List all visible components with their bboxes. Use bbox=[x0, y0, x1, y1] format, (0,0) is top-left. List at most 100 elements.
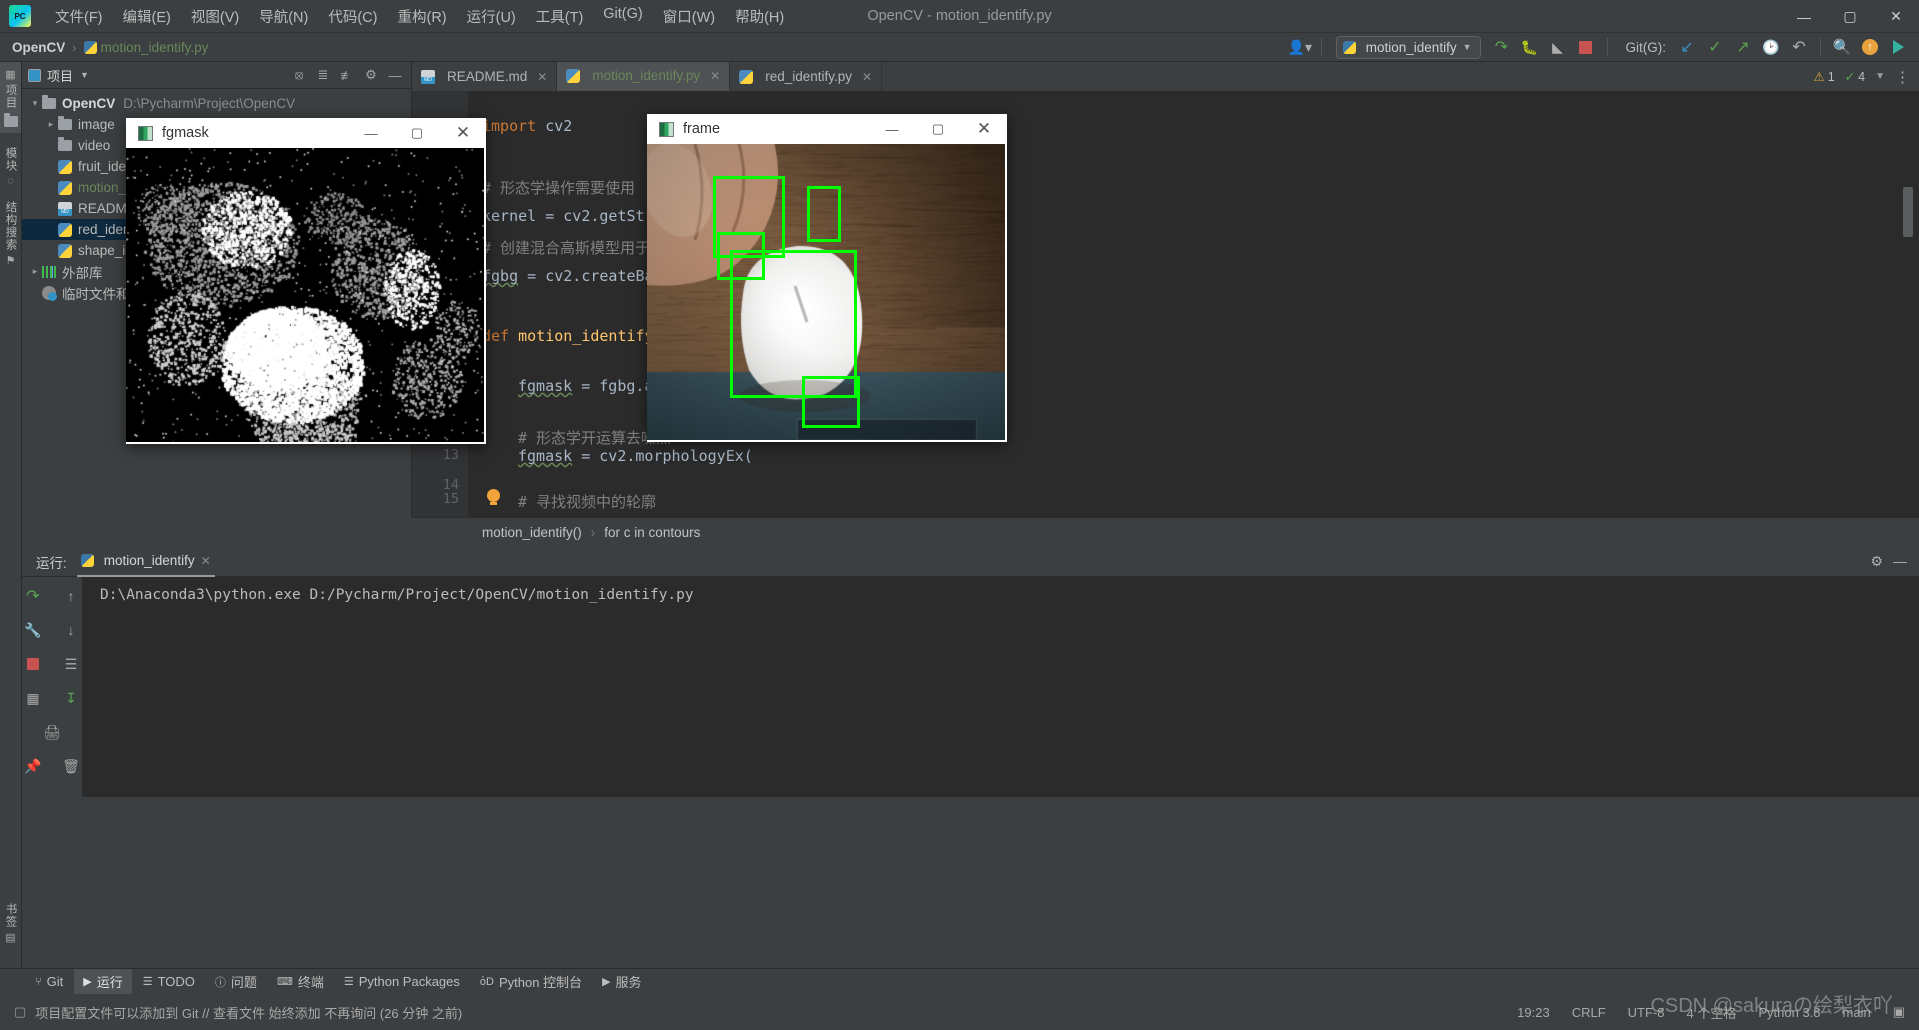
fgmask-maximize-button[interactable]: ▢ bbox=[394, 118, 440, 148]
close-icon[interactable]: ✕ bbox=[862, 70, 872, 84]
expand-all-icon[interactable]: ≣ bbox=[313, 65, 333, 85]
close-button[interactable]: ✕ bbox=[1873, 0, 1919, 33]
print-icon[interactable]: 🖨 bbox=[40, 721, 64, 743]
chevron-down-icon[interactable]: ▼ bbox=[80, 70, 89, 80]
update-project-icon[interactable]: ↙ bbox=[1674, 36, 1700, 58]
intention-bulb-icon[interactable] bbox=[487, 489, 500, 502]
more-options-icon[interactable]: ⋮ bbox=[1895, 68, 1911, 86]
status-encoding[interactable]: UTF-8 bbox=[1628, 1005, 1665, 1020]
play-icon[interactable] bbox=[1885, 36, 1911, 58]
menu-bar[interactable]: 文件(F)编辑(E)视图(V)导航(N)代码(C)重构(R)运行(U)工具(T)… bbox=[45, 2, 794, 31]
close-icon[interactable]: ✕ bbox=[537, 70, 547, 84]
menu-item-5[interactable]: 重构(R) bbox=[387, 2, 456, 31]
editor-tab-readme-md[interactable]: README.md✕ bbox=[412, 62, 557, 91]
menu-item-2[interactable]: 视图(V) bbox=[181, 2, 249, 31]
menu-item-7[interactable]: 工具(T) bbox=[526, 2, 594, 31]
tree-item-opencv[interactable]: ▾OpenCVD:\Pycharm\Project\OpenCV bbox=[22, 93, 411, 114]
down-icon[interactable]: ↓ bbox=[59, 619, 83, 641]
tool-window-button-python----[interactable]: ὀDPython 控制台 bbox=[471, 969, 591, 994]
chevron-down-icon[interactable]: ▾ bbox=[28, 98, 42, 109]
frame-maximize-button[interactable]: ▢ bbox=[915, 114, 961, 144]
minimize-button[interactable]: — bbox=[1781, 0, 1827, 33]
hide-icon[interactable]: — bbox=[1893, 553, 1907, 570]
breadcrumb-scope[interactable]: for c in contours bbox=[604, 525, 700, 540]
history-icon[interactable]: 🕑 bbox=[1758, 36, 1784, 58]
chevron-down-icon[interactable]: ▼ bbox=[1875, 71, 1885, 82]
frame-minimize-button[interactable]: — bbox=[869, 114, 915, 144]
status-lock-icon[interactable]: ▣ bbox=[1893, 1004, 1905, 1020]
status-indent[interactable]: 4 个空格 bbox=[1687, 1003, 1737, 1022]
editor-scrollbar[interactable] bbox=[1903, 187, 1913, 237]
window-controls[interactable]: — ▢ ✕ bbox=[1781, 0, 1919, 33]
breadcrumb-file[interactable]: motion_identify.py bbox=[101, 40, 209, 55]
run-icon[interactable]: ↷ bbox=[1489, 36, 1515, 58]
layout-icon[interactable]: ▦ bbox=[21, 687, 45, 709]
trash-icon[interactable]: 🗑 bbox=[59, 755, 83, 777]
settings-icon[interactable]: ⚙ bbox=[1870, 553, 1883, 570]
push-icon[interactable]: ↗ bbox=[1730, 36, 1756, 58]
code-editor[interactable]: 1234567891011121314151718 import cv2# 形态… bbox=[412, 91, 1919, 517]
filter-icon[interactable]: ☰ bbox=[59, 653, 83, 675]
fgmask-window-controls[interactable]: — ▢ ✕ bbox=[348, 118, 486, 148]
menu-item-0[interactable]: 文件(F) bbox=[45, 2, 113, 31]
search-icon[interactable]: 🔍 bbox=[1829, 36, 1855, 58]
stop-icon[interactable] bbox=[1573, 36, 1599, 58]
scroll-end-icon[interactable]: ↧ bbox=[59, 687, 83, 709]
close-icon[interactable]: ✕ bbox=[201, 554, 211, 568]
frame-window[interactable]: frame — ▢ ✕ bbox=[647, 114, 1007, 442]
rail-group-module[interactable]: 模块 ◌ bbox=[0, 133, 21, 187]
stop-icon[interactable] bbox=[21, 653, 45, 675]
fgmask-close-button[interactable]: ✕ bbox=[440, 118, 486, 148]
rail-group-bookmarks[interactable]: 书签 ▤ bbox=[0, 897, 21, 944]
warning-count[interactable]: ⚠1 bbox=[1813, 69, 1834, 84]
menu-item-3[interactable]: 导航(N) bbox=[249, 2, 318, 31]
person-icon[interactable]: 👤▾ bbox=[1287, 36, 1313, 58]
run-configuration-selector[interactable]: motion_identify ▼ bbox=[1336, 36, 1481, 59]
wrench-icon[interactable]: 🔧 bbox=[21, 619, 45, 641]
rail-group-project[interactable]: ▦ 项目 bbox=[0, 62, 21, 133]
tool-window-button-todo[interactable]: ☰TODO bbox=[134, 971, 204, 992]
editor-tab-motion_identify-py[interactable]: motion_identify.py✕ bbox=[557, 62, 730, 91]
run-tab[interactable]: motion_identify ✕ bbox=[77, 547, 215, 577]
console-output[interactable]: D:\Anaconda3\python.exe D:/Pycharm/Proje… bbox=[82, 577, 1919, 797]
tool-window-button---[interactable]: ▶服务 bbox=[593, 969, 650, 994]
check-count[interactable]: ✓4 bbox=[1845, 69, 1865, 84]
notification-icon[interactable]: ↑ bbox=[1857, 36, 1883, 58]
rail-group-structure-search[interactable]: 结构搜索 ⚑ bbox=[0, 187, 21, 267]
tool-window-button---[interactable]: ▶运行 bbox=[74, 969, 131, 994]
menu-item-4[interactable]: 代码(C) bbox=[318, 2, 387, 31]
chevron-right-icon[interactable]: ▸ bbox=[44, 119, 58, 130]
tool-window-button---[interactable]: ⌨终端 bbox=[268, 969, 333, 994]
fgmask-minimize-button[interactable]: — bbox=[348, 118, 394, 148]
rollback-icon[interactable]: ↶ bbox=[1786, 36, 1812, 58]
menu-item-9[interactable]: 窗口(W) bbox=[653, 2, 725, 31]
commit-icon[interactable]: ✓ bbox=[1702, 36, 1728, 58]
menu-item-10[interactable]: 帮助(H) bbox=[725, 2, 794, 31]
locate-icon[interactable]: ⦻ bbox=[289, 65, 309, 85]
status-message[interactable]: 项目配置文件可以添加到 Git // 查看文件 始终添加 不再询问 (26 分钟… bbox=[35, 1003, 462, 1022]
editor-tab-red_identify-py[interactable]: red_identify.py✕ bbox=[730, 62, 882, 91]
settings-icon[interactable]: ⚙ bbox=[361, 65, 381, 85]
tool-window-bar[interactable]: ⑂Git▶运行☰TODOⓘ问题⌨终端☰Python PackagesὀDPyth… bbox=[0, 968, 1919, 994]
fgmask-window[interactable]: fgmask — ▢ ✕ bbox=[126, 118, 486, 444]
frame-close-button[interactable]: ✕ bbox=[961, 114, 1007, 144]
up-icon[interactable]: ↑ bbox=[59, 585, 83, 607]
menu-item-1[interactable]: 编辑(E) bbox=[113, 2, 181, 31]
status-branch[interactable]: main bbox=[1843, 1005, 1871, 1020]
hide-icon[interactable]: — bbox=[385, 65, 405, 85]
debug-icon[interactable]: 🐛 bbox=[1517, 36, 1543, 58]
breadcrumb-function[interactable]: motion_identify() bbox=[482, 525, 582, 540]
chevron-right-icon[interactable]: ▸ bbox=[28, 266, 42, 277]
menu-item-8[interactable]: Git(G) bbox=[593, 2, 652, 31]
collapse-all-icon[interactable]: ≢ bbox=[337, 65, 357, 85]
status-line-separator[interactable]: CRLF bbox=[1572, 1005, 1606, 1020]
tool-window-button-git[interactable]: ⑂Git bbox=[26, 971, 72, 992]
maximize-button[interactable]: ▢ bbox=[1827, 0, 1873, 33]
close-icon[interactable]: ✕ bbox=[710, 69, 720, 83]
frame-window-controls[interactable]: — ▢ ✕ bbox=[869, 114, 1007, 144]
pin-icon[interactable]: 📌 bbox=[21, 755, 45, 777]
coverage-icon[interactable]: ◣ bbox=[1545, 36, 1571, 58]
tool-window-button-python-packages[interactable]: ☰Python Packages bbox=[335, 971, 469, 992]
breadcrumb-project[interactable]: OpenCV bbox=[12, 40, 65, 55]
editor-tab-bar[interactable]: README.md✕motion_identify.py✕red_identif… bbox=[412, 62, 1919, 91]
